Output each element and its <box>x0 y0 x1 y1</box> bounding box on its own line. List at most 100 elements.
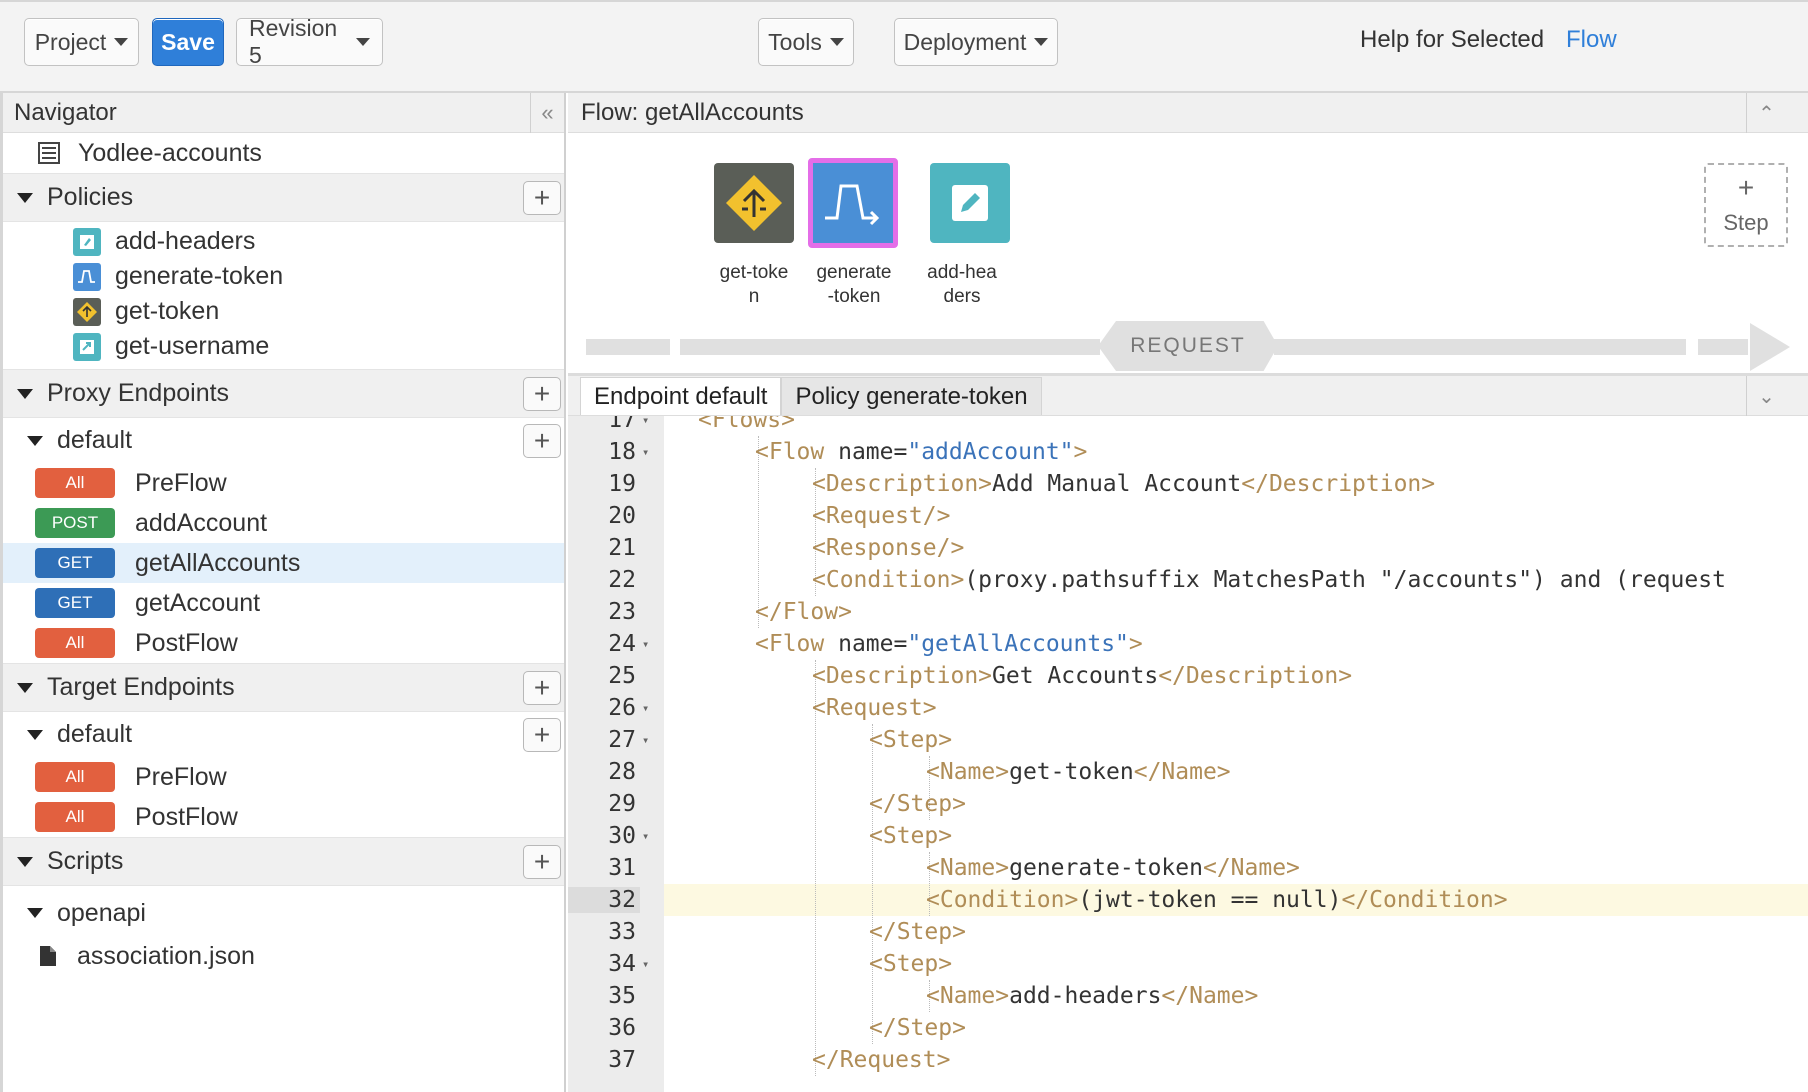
code-line[interactable]: 35 <Name>add-headers</Name> <box>568 980 1808 1012</box>
flow-item-preflow[interactable]: All PreFlow <box>3 463 564 503</box>
code-line[interactable]: 27 ▾ <Step> <box>568 724 1808 756</box>
deployment-menu-button[interactable]: Deployment <box>894 18 1058 66</box>
policies-section-label: Policies <box>47 183 134 211</box>
line-number: 33 <box>608 919 636 945</box>
policy-item-get-username[interactable]: get-username <box>3 329 564 364</box>
xml-tag: <Flow <box>755 439 825 465</box>
fold-arrow-icon[interactable]: ▾ <box>640 829 664 843</box>
flow-step-add-headers[interactable] <box>930 163 1010 243</box>
flow-item-postflow[interactable]: All PostFlow <box>3 623 564 663</box>
method-badge: All <box>35 762 115 792</box>
project-menu-button[interactable]: Project <box>24 18 139 66</box>
tools-menu-button[interactable]: Tools <box>758 18 854 66</box>
add-script-button[interactable]: + <box>523 844 561 879</box>
xml-tag: <Flows> <box>698 416 795 433</box>
policy-item-generate-token[interactable]: generate-token <box>3 259 564 294</box>
proxy-overview-item[interactable]: Yodlee-accounts <box>3 133 564 173</box>
method-badge: GET <box>35 588 115 618</box>
add-flow-button[interactable]: + <box>523 717 561 752</box>
code-line[interactable]: 28 <Name>get-token</Name> <box>568 756 1808 788</box>
flow-step-generate-token[interactable] <box>808 158 898 248</box>
code-line[interactable]: 37 </Request> <box>568 1044 1808 1076</box>
line-number: 22 <box>608 567 636 593</box>
collapse-flow-button[interactable]: ⌃ <box>1746 93 1786 133</box>
xml-tag: <Condition> <box>926 887 1079 913</box>
fold-arrow-icon[interactable]: ▾ <box>640 957 664 971</box>
code-line[interactable]: 22 <Condition>(proxy.pathsuffix MatchesPa… <box>568 564 1808 596</box>
target-endpoints-section-header[interactable]: Target Endpoints + <box>3 663 564 712</box>
policy-item-get-token[interactable]: get-token <box>3 294 564 329</box>
code-text: <Name>generate-token</Name> <box>926 855 1300 881</box>
flow-item-addaccount[interactable]: POST addAccount <box>3 503 564 543</box>
add-step-button[interactable]: + Step <box>1704 163 1788 247</box>
code-line[interactable]: 31 <Name>generate-token</Name> <box>568 852 1808 884</box>
code-text: <Flows> <box>698 416 795 433</box>
code-line[interactable]: 17 ▾ <Flows> <box>568 416 1808 436</box>
collapse-navigator-button[interactable]: « <box>530 93 564 133</box>
code-text: <Name>add-headers</Name> <box>926 983 1258 1009</box>
proxy-endpoint-default[interactable]: default + <box>3 418 564 463</box>
fold-arrow-icon[interactable]: ▾ <box>640 416 664 427</box>
policies-section-header[interactable]: Policies + <box>3 173 564 222</box>
fold-arrow-icon[interactable]: ▾ <box>640 637 664 651</box>
document-list-icon <box>38 142 60 164</box>
target-flow-item-postflow[interactable]: All PostFlow <box>3 797 564 837</box>
target-flow-item-preflow[interactable]: All PreFlow <box>3 757 564 797</box>
collapse-editor-button[interactable]: ⌄ <box>1746 376 1786 416</box>
fold-arrow-icon[interactable]: ▾ <box>640 733 664 747</box>
policy-label: get-username <box>115 332 270 360</box>
expand-triangle-icon <box>17 192 33 203</box>
script-file-association-json[interactable]: association.json <box>3 936 564 976</box>
add-proxy-endpoint-button[interactable]: + <box>523 376 561 411</box>
code-line[interactable]: 32 <Condition>(jwt-token == null)</Condit… <box>568 884 1808 916</box>
code-line[interactable]: 20 <Request/> <box>568 500 1808 532</box>
code-line[interactable]: 26 ▾ <Request> <box>568 692 1808 724</box>
expand-triangle-icon <box>17 856 33 867</box>
add-target-endpoint-button[interactable]: + <box>523 670 561 705</box>
xml-tag: </Name> <box>1202 855 1300 881</box>
tab-policy-generate-token[interactable]: Policy generate-token <box>781 377 1042 415</box>
save-button[interactable]: Save <box>152 18 224 66</box>
code-line[interactable]: 21 <Response/> <box>568 532 1808 564</box>
code-line[interactable]: 25 <Description>Get Accounts</Description… <box>568 660 1808 692</box>
script-folder-openapi[interactable]: openapi <box>3 890 564 936</box>
code-line[interactable]: 34 ▾ <Step> <box>568 948 1808 980</box>
fold-arrow-icon[interactable]: ▾ <box>640 701 664 715</box>
method-badge: All <box>35 628 115 658</box>
chevron-down-icon <box>356 38 370 46</box>
xml-tag: <Description> <box>812 471 993 497</box>
scripts-section-header[interactable]: Scripts + <box>3 837 564 886</box>
code-area[interactable]: 17 ▾ <Flows> 18 ▾ <Flow name="addAccount"> 19 <… <box>568 416 1808 1092</box>
flow-item-getallaccounts[interactable]: GET getAllAccounts <box>3 543 564 583</box>
method-badge: All <box>35 802 115 832</box>
xml-tag: <Step> <box>869 727 953 753</box>
code-line[interactable]: 29 </Step> <box>568 788 1808 820</box>
flow-step-get-token[interactable] <box>714 163 794 243</box>
flow-panel: Flow: getAllAccounts ⌃ get-toke n genera… <box>568 93 1808 376</box>
code-line[interactable]: 18 ▾ <Flow name="addAccount"> <box>568 436 1808 468</box>
code-line[interactable]: 24 ▾ <Flow name="getAllAccounts"> <box>568 628 1808 660</box>
xml-tag: <Request> <box>812 695 937 721</box>
tab-endpoint-default[interactable]: Endpoint default <box>580 377 782 415</box>
xml-attr-value: "addAccount" <box>907 439 1074 465</box>
revision-menu-button[interactable]: Revision 5 <box>236 15 383 68</box>
add-flow-button[interactable]: + <box>523 423 561 458</box>
code-line[interactable]: 19 <Description>Add Manual Account</Descr… <box>568 468 1808 500</box>
code-text: </Step> <box>869 1015 966 1041</box>
flow-item-getaccount[interactable]: GET getAccount <box>3 583 564 623</box>
assign-message-icon <box>952 185 988 221</box>
line-number: 18 <box>608 439 636 465</box>
flow-callout-icon <box>726 175 782 231</box>
line-number: 32 <box>568 887 640 913</box>
policy-item-add-headers[interactable]: add-headers <box>3 224 564 259</box>
code-line[interactable]: 33 </Step> <box>568 916 1808 948</box>
help-link[interactable]: Flow <box>1566 26 1617 54</box>
xml-text: name= <box>824 631 908 657</box>
proxy-endpoints-section-header[interactable]: Proxy Endpoints + <box>3 369 564 418</box>
code-line[interactable]: 36 </Step> <box>568 1012 1808 1044</box>
fold-arrow-icon[interactable]: ▾ <box>640 445 664 459</box>
code-line[interactable]: 23 </Flow> <box>568 596 1808 628</box>
target-endpoint-default[interactable]: default + <box>3 712 564 757</box>
code-line[interactable]: 30 ▾ <Step> <box>568 820 1808 852</box>
add-policy-button[interactable]: + <box>523 180 561 215</box>
